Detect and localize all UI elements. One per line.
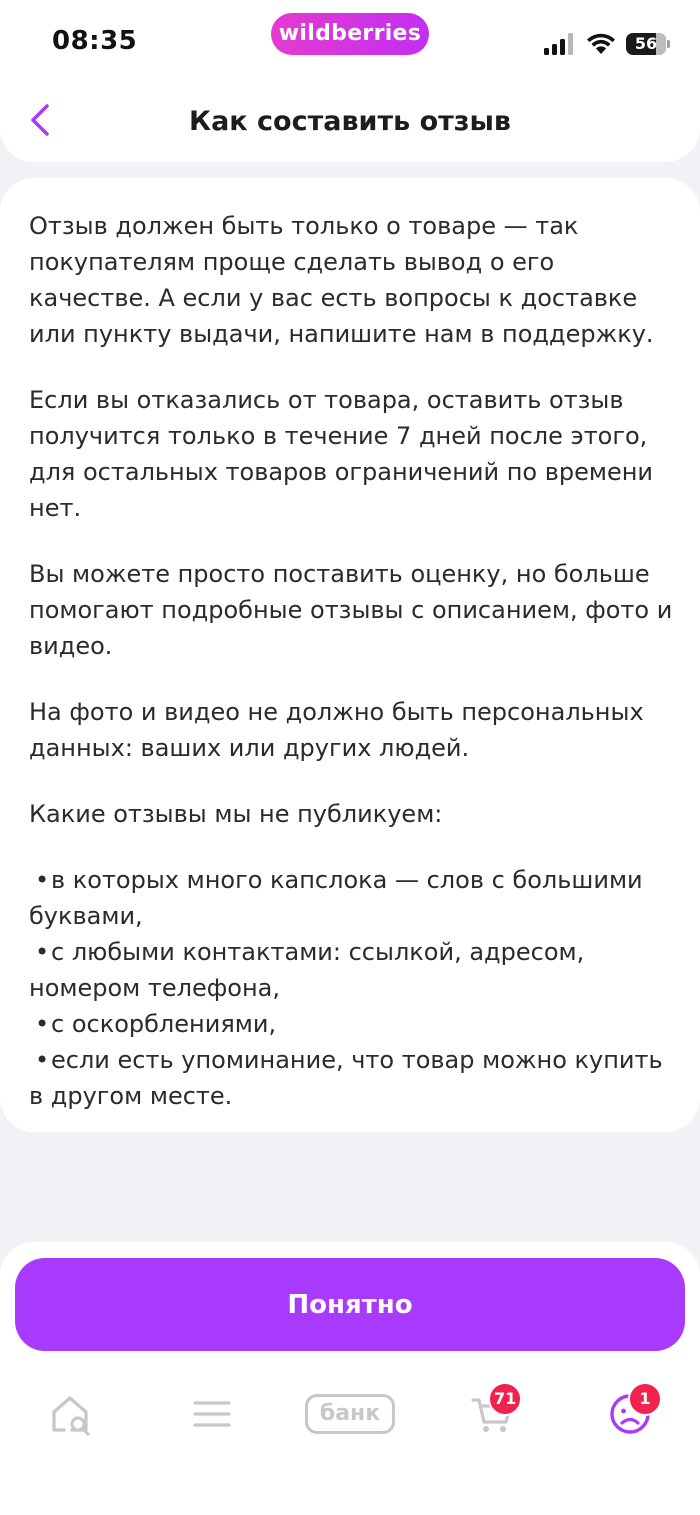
tab-cart[interactable]: 71 bbox=[460, 1382, 524, 1444]
battery-level: 56 bbox=[634, 34, 658, 53]
tab-catalog[interactable] bbox=[180, 1384, 244, 1444]
bank-label: банк bbox=[305, 1394, 395, 1434]
list-item: •с любыми контактами: ссылкой, адресом, … bbox=[29, 934, 679, 1006]
tab-home[interactable] bbox=[40, 1384, 104, 1444]
status-icons: 56 bbox=[544, 30, 670, 58]
rule-paragraph-4: На фото и видео не должно быть персональ… bbox=[29, 698, 644, 762]
tab-profile[interactable]: 1 bbox=[598, 1382, 662, 1444]
wifi-icon bbox=[587, 33, 615, 54]
signal-icon bbox=[544, 33, 573, 55]
status-time: 08:35 bbox=[52, 26, 138, 56]
profile-count-badge: 1 bbox=[628, 1382, 662, 1416]
battery-icon: 56 bbox=[626, 33, 670, 55]
rule-paragraph-2: Если вы отказались от товара, оставить о… bbox=[29, 386, 654, 522]
brand-logo[interactable]: wildberries bbox=[271, 13, 429, 55]
tab-bar: банк 71 1 bbox=[0, 1364, 700, 1464]
list-item: •с оскорблениями, bbox=[29, 1006, 679, 1042]
list-item-text: в которых много капслока — слов с больши… bbox=[29, 866, 643, 930]
page-title: Как составить отзыв bbox=[189, 106, 511, 137]
rule-paragraph-3: Вы можете просто поставить оценку, но бо… bbox=[29, 560, 673, 660]
list-item-text: с оскорблениями, bbox=[51, 1010, 277, 1038]
tab-bank[interactable]: банк bbox=[300, 1384, 400, 1444]
bullet: • bbox=[35, 938, 50, 966]
list-item-text: с любыми контактами: ссылкой, адресом, н… bbox=[29, 938, 585, 1002]
list-item: •в которых много капслока — слов с больш… bbox=[29, 862, 679, 934]
not-published-heading: Какие отзывы мы не публикуем: bbox=[29, 800, 443, 828]
not-published-list: •в которых много капслока — слов с больш… bbox=[29, 862, 679, 1114]
home-search-icon bbox=[52, 1396, 90, 1436]
status-bar: 08:35 wildberries 56 bbox=[0, 0, 700, 92]
bullet: • bbox=[35, 1010, 50, 1038]
bullet: • bbox=[35, 866, 50, 894]
rule-paragraph-1: Отзыв должен быть только о товаре — так … bbox=[29, 212, 654, 348]
review-rules-text: Отзыв должен быть только о товаре — так … bbox=[29, 208, 679, 1114]
content-card: Отзыв должен быть только о товаре — так … bbox=[0, 178, 700, 1132]
menu-lines-icon bbox=[193, 1401, 231, 1427]
header: Как составить отзыв bbox=[0, 90, 700, 162]
ok-button[interactable]: Понятно bbox=[15, 1258, 685, 1351]
screen: 08:35 wildberries 56 Как составить отзыв… bbox=[0, 0, 700, 1515]
list-item: •если есть упоминание, что товар можно к… bbox=[29, 1042, 679, 1114]
cart-count-badge: 71 bbox=[488, 1382, 523, 1416]
bullet: • bbox=[35, 1046, 50, 1074]
list-item-text: если есть упоминание, что товар можно ку… bbox=[29, 1046, 663, 1110]
